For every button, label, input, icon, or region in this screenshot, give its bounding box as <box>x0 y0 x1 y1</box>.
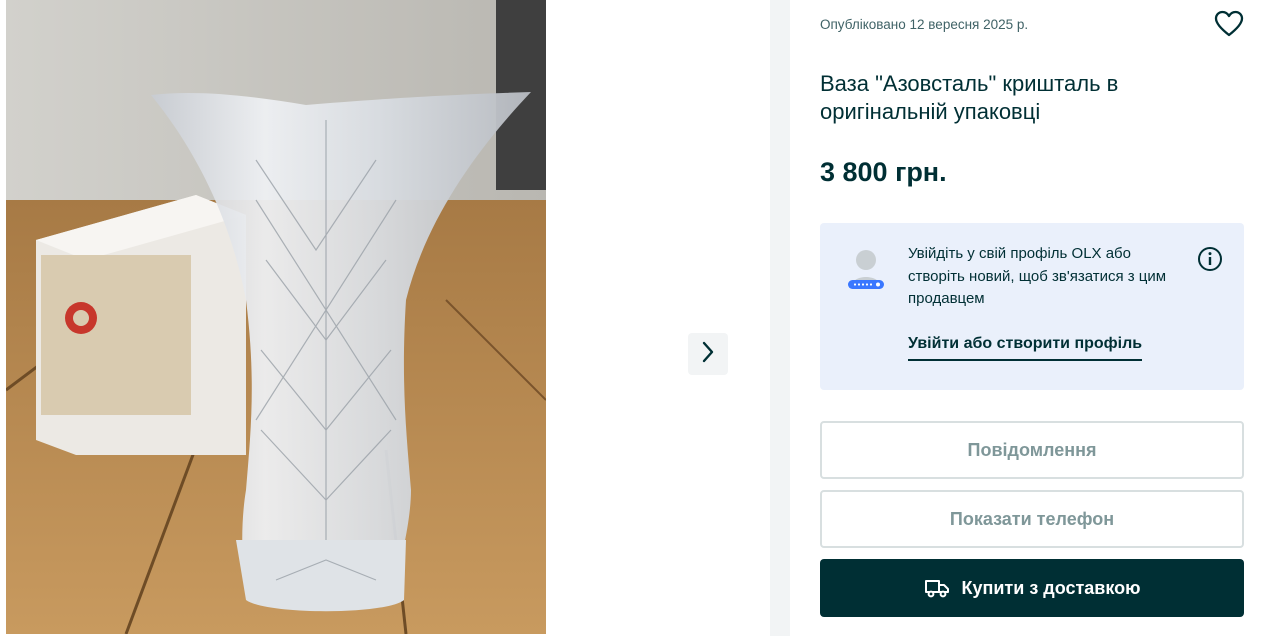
buy-with-delivery-button[interactable]: Купити з доставкою <box>820 559 1244 617</box>
info-icon[interactable] <box>1197 246 1223 272</box>
photo-gallery <box>0 0 770 636</box>
listing-sidebar: Опубліковано 12 вересня 2025 р. Ваза "Аз… <box>790 0 1280 636</box>
listing-title: Ваза "Азовсталь" кришталь в оригінальній… <box>820 71 1119 124</box>
next-photo-button[interactable] <box>688 333 728 375</box>
message-button-label: Повідомлення <box>967 439 1097 460</box>
login-prompt-text: Увійдіть у свій профіль OLX або створіть… <box>908 245 1167 307</box>
chevron-right-icon <box>700 340 716 369</box>
listing-price: 3 800 грн. <box>820 157 947 187</box>
buy-with-delivery-label: Купити з доставкою <box>961 577 1141 598</box>
login-or-register-link[interactable]: Увійти або створити профіль <box>908 335 1143 361</box>
listing-page: Опубліковано 12 вересня 2025 р. Ваза "Аз… <box>0 0 1280 636</box>
login-prompt-box: Увійдіть у свій профіль OLX або створіть… <box>820 223 1244 390</box>
show-phone-button[interactable]: Показати телефон <box>820 490 1244 548</box>
message-button[interactable]: Повідомлення <box>820 421 1244 479</box>
listing-photo[interactable] <box>6 0 546 634</box>
heart-icon <box>1214 10 1244 42</box>
layout-divider <box>770 0 790 636</box>
published-date: Опубліковано 12 вересня 2025 р. <box>820 17 1029 32</box>
show-phone-button-label: Показати телефон <box>949 508 1115 529</box>
user-profile-icon <box>844 246 888 294</box>
favorite-button[interactable] <box>1212 10 1246 42</box>
vase-photo-illustration <box>6 0 546 634</box>
truck-icon <box>924 577 950 599</box>
